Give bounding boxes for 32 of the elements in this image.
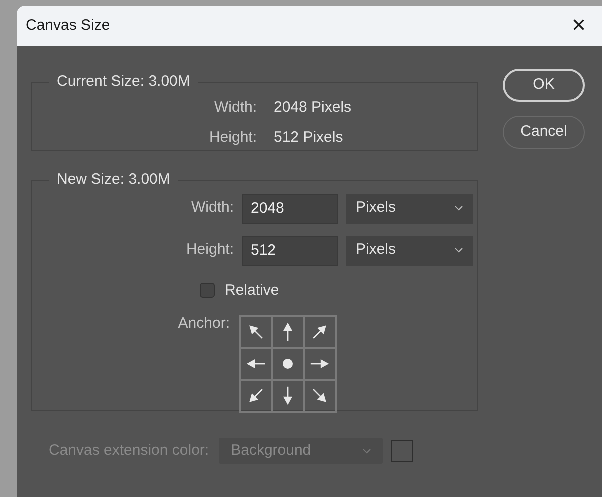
- unit-dropdown[interactable]: Pixels: [346, 194, 473, 224]
- anchor-cell[interactable]: [304, 316, 336, 348]
- anchor-cell[interactable]: [240, 316, 272, 348]
- checkbox-label: Relative: [225, 280, 280, 300]
- anchor-cell[interactable]: [272, 348, 304, 380]
- group-title: Current Size: 3.00M: [56, 72, 192, 92]
- window-title: Canvas Size: [26, 16, 110, 36]
- checkbox[interactable]: [200, 283, 215, 298]
- chevron-down-icon: [455, 206, 463, 211]
- number-field[interactable]: 512: [242, 236, 338, 266]
- field-label: Anchor:: [177, 314, 231, 334]
- field-label: Width:: [190, 198, 234, 218]
- group-title: New Size: 3.00M: [56, 170, 172, 190]
- anchor-cell[interactable]: [240, 380, 272, 412]
- chevron-down-icon: [363, 448, 372, 454]
- dialog-button[interactable]: Cancel: [503, 116, 585, 149]
- field-value: 2048 Pixels: [274, 98, 352, 118]
- anchor-cell[interactable]: [304, 380, 336, 412]
- anchor-cell[interactable]: [304, 348, 336, 380]
- anchor-cell[interactable]: [272, 380, 304, 412]
- number-field[interactable]: 2048: [242, 194, 338, 224]
- chevron-down-icon: [455, 248, 463, 253]
- close-button[interactable]: ×: [564, 11, 594, 41]
- unit-dropdown[interactable]: Pixels: [346, 236, 473, 266]
- field-label: Height:: [208, 128, 257, 148]
- field-value: 512 Pixels: [274, 128, 344, 148]
- field-label: Width:: [213, 98, 257, 118]
- anchor-cell[interactable]: [240, 348, 272, 380]
- anchor-cell[interactable]: [272, 316, 304, 348]
- dialog-button[interactable]: OK: [503, 69, 585, 102]
- field-label: Height:: [185, 240, 234, 260]
- color-swatch[interactable]: [391, 440, 414, 462]
